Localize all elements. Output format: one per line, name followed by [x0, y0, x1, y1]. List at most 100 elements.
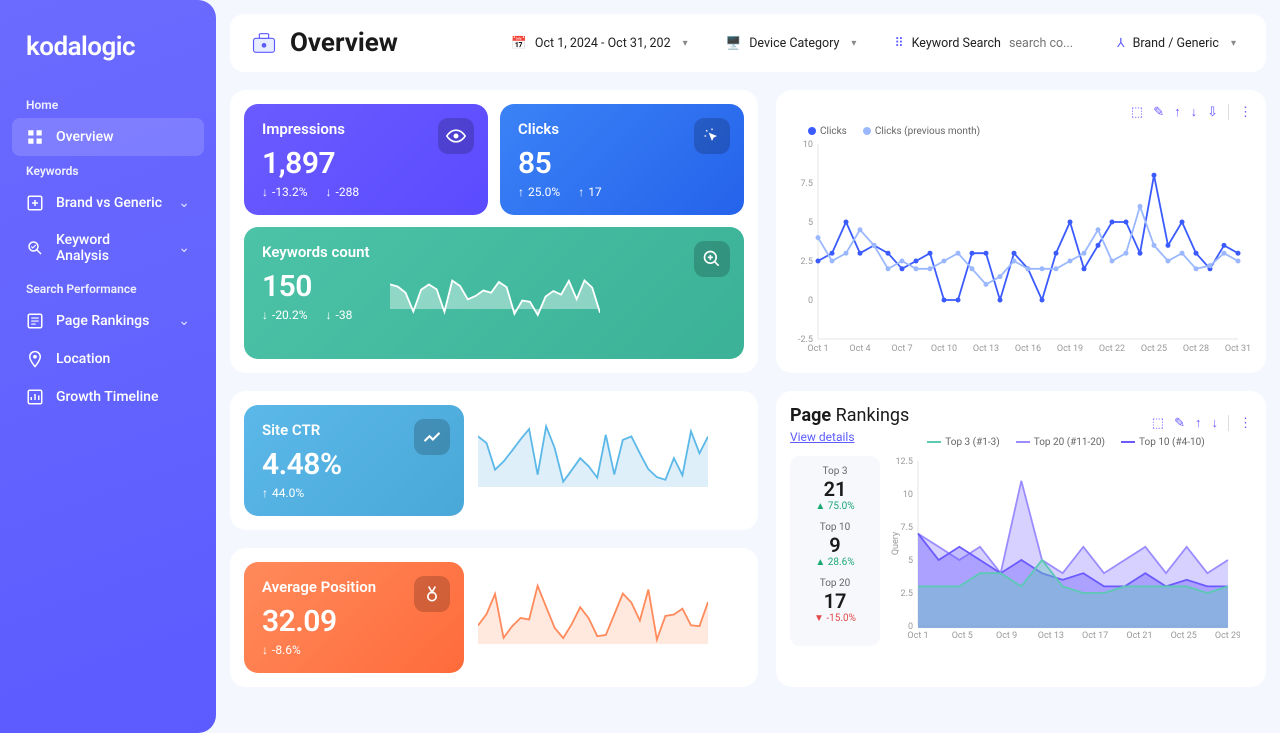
svg-text:7.5: 7.5: [901, 523, 914, 533]
toolbox-icon: [250, 29, 278, 57]
chevron-down-icon: ▾: [1231, 38, 1236, 49]
nav-item-brand-vs-generic[interactable]: Brand vs Generic⌄: [12, 184, 204, 222]
rankings-panel: Page Rankings View details ⬚ ✎ ↑ ↓ ⋮ Top…: [776, 391, 1266, 687]
device-label: Device Category: [749, 36, 839, 51]
date-range-picker[interactable]: 📅 Oct 1, 2024 - Oct 31, 202 ▾: [501, 30, 697, 57]
chart-toolbar: ⬚ ✎ ↑ ↓ ⇩ ⋮: [790, 104, 1252, 120]
nav-item-label: Brand vs Generic: [56, 195, 162, 211]
nav-item-label: Overview: [56, 129, 113, 145]
arrow-down-icon: ↓: [326, 185, 332, 199]
chevron-down-icon: ▾: [683, 38, 688, 49]
svg-text:Oct 28: Oct 28: [1183, 344, 1209, 354]
arrow-up-icon: ↑: [578, 185, 584, 199]
apps-icon: ⠿: [894, 35, 903, 51]
rankings-chart: 02.557.51012.5Oct 1Oct 5Oct 9Oct 13Oct 1…: [890, 456, 1240, 646]
card-value: 1,897: [262, 146, 470, 181]
edit-icon[interactable]: ✎: [1174, 416, 1185, 431]
arrow-down-icon: ↓: [262, 308, 268, 322]
arrow-down-icon[interactable]: ↓: [1212, 415, 1219, 431]
card-value: 150: [262, 269, 370, 304]
svg-text:Oct 1: Oct 1: [907, 631, 928, 641]
card-label: Keywords count: [262, 243, 370, 261]
svg-text:10: 10: [903, 490, 913, 500]
svg-text:Oct 21: Oct 21: [1126, 631, 1152, 641]
download-icon[interactable]: ⇩: [1207, 105, 1218, 120]
nav-item-location[interactable]: Location: [12, 340, 204, 378]
nav-item-label: Location: [56, 351, 110, 367]
chevron-down-icon: ⌄: [178, 240, 190, 256]
nav-item-keyword-analysis[interactable]: Keyword Analysis ⌄: [12, 222, 204, 274]
ctr-card[interactable]: Site CTR 4.48% ↑44.0%: [244, 405, 464, 516]
nav-item-label: Growth Timeline: [56, 389, 158, 405]
arrow-up-icon[interactable]: ↑: [1174, 104, 1181, 120]
date-range-text: Oct 1, 2024 - Oct 31, 202: [535, 36, 671, 51]
arrow-up-icon[interactable]: ↑: [1195, 415, 1202, 431]
position-panel: Average Position 32.09 ↓-8.6%: [230, 548, 758, 687]
arrow-down-icon[interactable]: ↓: [1191, 104, 1198, 120]
device-category-select[interactable]: 🖥️ Device Category ▾: [716, 30, 867, 57]
rankings-legend: Top 3 (#1-3) Top 20 (#11-20) Top 10 (#4-…: [880, 437, 1252, 448]
calendar-icon: 📅: [511, 36, 527, 51]
nav-section-label: Home: [12, 90, 204, 118]
keywords-card[interactable]: Keywords count 150 ↓-20.2% ↓-38: [244, 227, 744, 359]
clicks-chart-panel: ⬚ ✎ ↑ ↓ ⇩ ⋮ Clicks Clicks (previous mont…: [776, 90, 1266, 373]
more-icon[interactable]: ⋮: [1239, 416, 1252, 431]
svg-text:Oct 25: Oct 25: [1171, 631, 1197, 641]
nav-section-label: Keywords: [12, 156, 204, 184]
svg-text:Oct 31: Oct 31: [1225, 344, 1250, 354]
svg-text:5: 5: [808, 218, 813, 228]
arrow-down-icon: ↓: [262, 643, 268, 657]
select-icon[interactable]: ⬚: [1131, 105, 1143, 120]
brand-generic-select[interactable]: ⅄ Brand / Generic ▾: [1107, 29, 1246, 57]
nav-item-label: Keyword Analysis: [56, 232, 166, 264]
cursor-click-icon: [694, 118, 730, 154]
svg-text:Query: Query: [891, 531, 901, 555]
keyword-label: Keyword Search: [912, 36, 1001, 51]
eye-icon: [438, 118, 474, 154]
arrow-up-icon: ↑: [262, 486, 268, 500]
page-title: Overview: [290, 28, 398, 58]
select-icon[interactable]: ⬚: [1152, 416, 1164, 431]
svg-text:5: 5: [908, 556, 913, 566]
svg-text:Oct 9: Oct 9: [996, 631, 1017, 641]
header-bar: Overview 📅 Oct 1, 2024 - Oct 31, 202 ▾ 🖥…: [230, 14, 1266, 72]
svg-text:Oct 4: Oct 4: [849, 344, 870, 354]
view-details-link[interactable]: View details: [790, 430, 855, 444]
hierarchy-icon: ⅄: [1117, 35, 1125, 51]
brand-logo: kodalogic: [12, 20, 204, 90]
edit-icon[interactable]: ✎: [1153, 105, 1164, 120]
ctr-panel: Site CTR 4.48% ↑44.0%: [230, 391, 758, 530]
nav-item-overview[interactable]: Overview: [12, 118, 204, 156]
rank-item: Top 109▲ 28.6%: [796, 522, 874, 568]
svg-text:Oct 19: Oct 19: [1057, 344, 1083, 354]
more-icon[interactable]: ⋮: [1239, 105, 1252, 120]
svg-text:2.5: 2.5: [901, 589, 914, 599]
svg-text:Oct 5: Oct 5: [952, 631, 973, 641]
chevron-down-icon: ▾: [851, 38, 856, 49]
chart-icon: [26, 388, 44, 406]
clicks-card[interactable]: Clicks 85 ↑25.0% ↑17: [500, 104, 744, 215]
keyword-search-input[interactable]: [1009, 36, 1079, 51]
pin-icon: [26, 350, 44, 368]
chevron-down-icon: ⌄: [178, 313, 190, 329]
ctr-sparkline: [478, 405, 708, 505]
svg-text:2.5: 2.5: [801, 257, 814, 267]
rank-item: Top 321▲ 75.0%: [796, 466, 874, 512]
brand-label: Brand / Generic: [1133, 36, 1219, 51]
svg-text:0: 0: [808, 296, 813, 306]
arrow-down-icon: ↓: [262, 185, 268, 199]
magnify-plus-icon: [694, 241, 730, 277]
svg-text:Oct 16: Oct 16: [1015, 344, 1041, 354]
svg-text:Oct 17: Oct 17: [1082, 631, 1108, 641]
impressions-card[interactable]: Impressions 1,897 ↓-13.2% ↓-288: [244, 104, 488, 215]
list-icon: [26, 312, 44, 330]
card-delta: ↓-20.2% ↓-38: [262, 308, 370, 322]
svg-text:10: 10: [803, 140, 813, 150]
grid-icon: [26, 128, 44, 146]
svg-text:Oct 25: Oct 25: [1141, 344, 1167, 354]
clicks-chart: -2.502.557.510Oct 1Oct 4Oct 7Oct 10Oct 1…: [790, 139, 1250, 359]
nav-item-growth-timeline[interactable]: Growth Timeline: [12, 378, 204, 416]
nav-item-page-rankings[interactable]: Page Rankings⌄: [12, 302, 204, 340]
arrow-down-icon: ↓: [326, 308, 332, 322]
position-card[interactable]: Average Position 32.09 ↓-8.6%: [244, 562, 464, 673]
